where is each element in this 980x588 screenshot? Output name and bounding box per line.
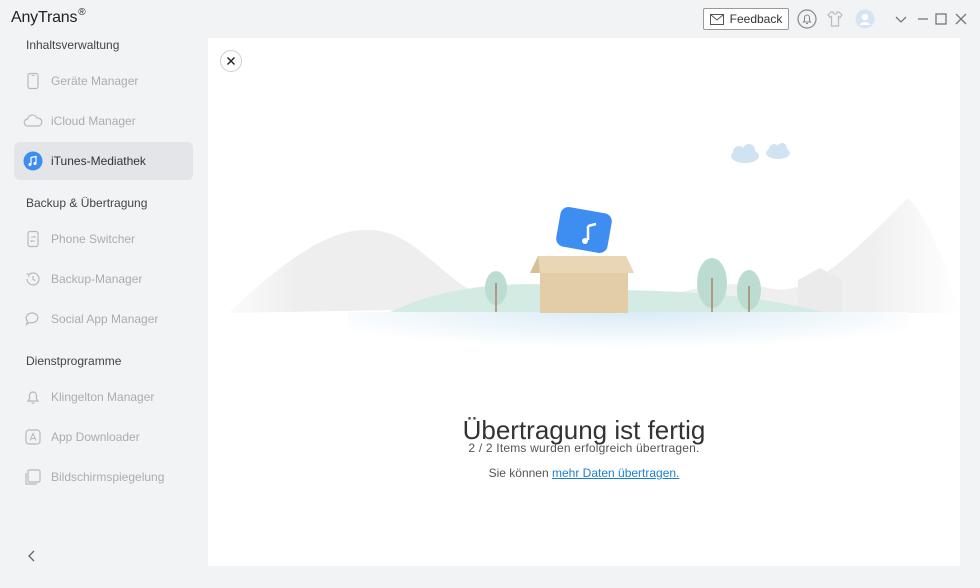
sidebar-item-label: Social App Manager <box>51 312 159 326</box>
more-data-line: Sie können mehr Daten übertragen. <box>208 466 960 480</box>
phone-switch-icon <box>23 229 43 249</box>
sidebar-item-geraete-manager[interactable]: Geräte Manager <box>14 62 193 100</box>
more-data-prefix: Sie können <box>488 466 552 480</box>
clock-history-icon <box>23 269 43 289</box>
cloud-icon <box>23 111 43 131</box>
minimize-icon[interactable] <box>913 9 933 29</box>
sidebar-item-app-downloader[interactable]: App Downloader <box>14 418 193 456</box>
sidebar-item-bildschirmspiegelung[interactable]: Bildschirmspiegelung <box>14 458 193 496</box>
tshirt-skin-icon[interactable] <box>825 9 845 29</box>
feedback-button[interactable]: Feedback <box>703 8 789 30</box>
section-title-inhaltsverwaltung: Inhaltsverwaltung <box>26 38 120 52</box>
sidebar-item-label: Bildschirmspiegelung <box>51 470 165 484</box>
app-title: AnyTrans® <box>11 7 86 26</box>
sidebar-item-klingelton-manager[interactable]: Klingelton Manager <box>14 378 193 416</box>
title-bar: AnyTrans® Feedback <box>0 0 980 38</box>
collapse-sidebar-chevron-left-icon[interactable] <box>24 548 40 564</box>
close-icon <box>227 57 235 65</box>
music-note-icon <box>23 151 43 171</box>
user-avatar-icon[interactable] <box>855 9 875 29</box>
chevron-down-icon[interactable] <box>891 9 911 29</box>
transfer-complete-illustration <box>208 138 960 378</box>
sidebar: Inhaltsverwaltung Geräte Manager iCloud … <box>0 38 208 588</box>
close-window-icon[interactable] <box>951 9 971 29</box>
maximize-icon[interactable] <box>931 9 951 29</box>
sidebar-item-social-app-manager[interactable]: Social App Manager <box>14 300 193 338</box>
app-store-icon <box>23 427 43 447</box>
sidebar-item-label: Phone Switcher <box>51 232 136 246</box>
notification-bell-icon[interactable] <box>797 9 817 29</box>
sidebar-item-label: Klingelton Manager <box>51 390 155 404</box>
chat-bubble-icon <box>23 309 43 329</box>
phone-icon <box>23 71 43 91</box>
sidebar-item-label: Backup-Manager <box>51 272 143 286</box>
feedback-label: Feedback <box>729 12 783 26</box>
sidebar-item-phone-switcher[interactable]: Phone Switcher <box>14 220 193 258</box>
sidebar-item-label: Geräte Manager <box>51 74 139 88</box>
sidebar-item-label: iCloud Manager <box>51 114 136 128</box>
more-data-link[interactable]: mehr Daten übertragen. <box>552 466 679 480</box>
section-title-dienstprogramme: Dienstprogramme <box>26 354 122 368</box>
sidebar-item-label: App Downloader <box>51 430 140 444</box>
sidebar-item-backup-manager[interactable]: Backup-Manager <box>14 260 193 298</box>
transfer-summary-text: 2 / 2 Items wurden erfolgreich übertrage… <box>468 441 700 455</box>
close-panel-button[interactable] <box>220 50 242 72</box>
screen-mirror-icon <box>23 467 43 487</box>
sidebar-item-icloud-manager[interactable]: iCloud Manager <box>14 102 193 140</box>
section-title-backup-uebertragung: Backup & Übertragung <box>26 196 148 210</box>
bell-icon <box>23 387 43 407</box>
main-panel: Übertragung ist fertig 2 / 2 Items wurde… <box>208 38 960 566</box>
sidebar-item-itunes-mediathek[interactable]: iTunes-Mediathek <box>14 142 193 180</box>
envelope-icon <box>709 13 724 25</box>
sidebar-item-label: iTunes-Mediathek <box>51 154 146 168</box>
